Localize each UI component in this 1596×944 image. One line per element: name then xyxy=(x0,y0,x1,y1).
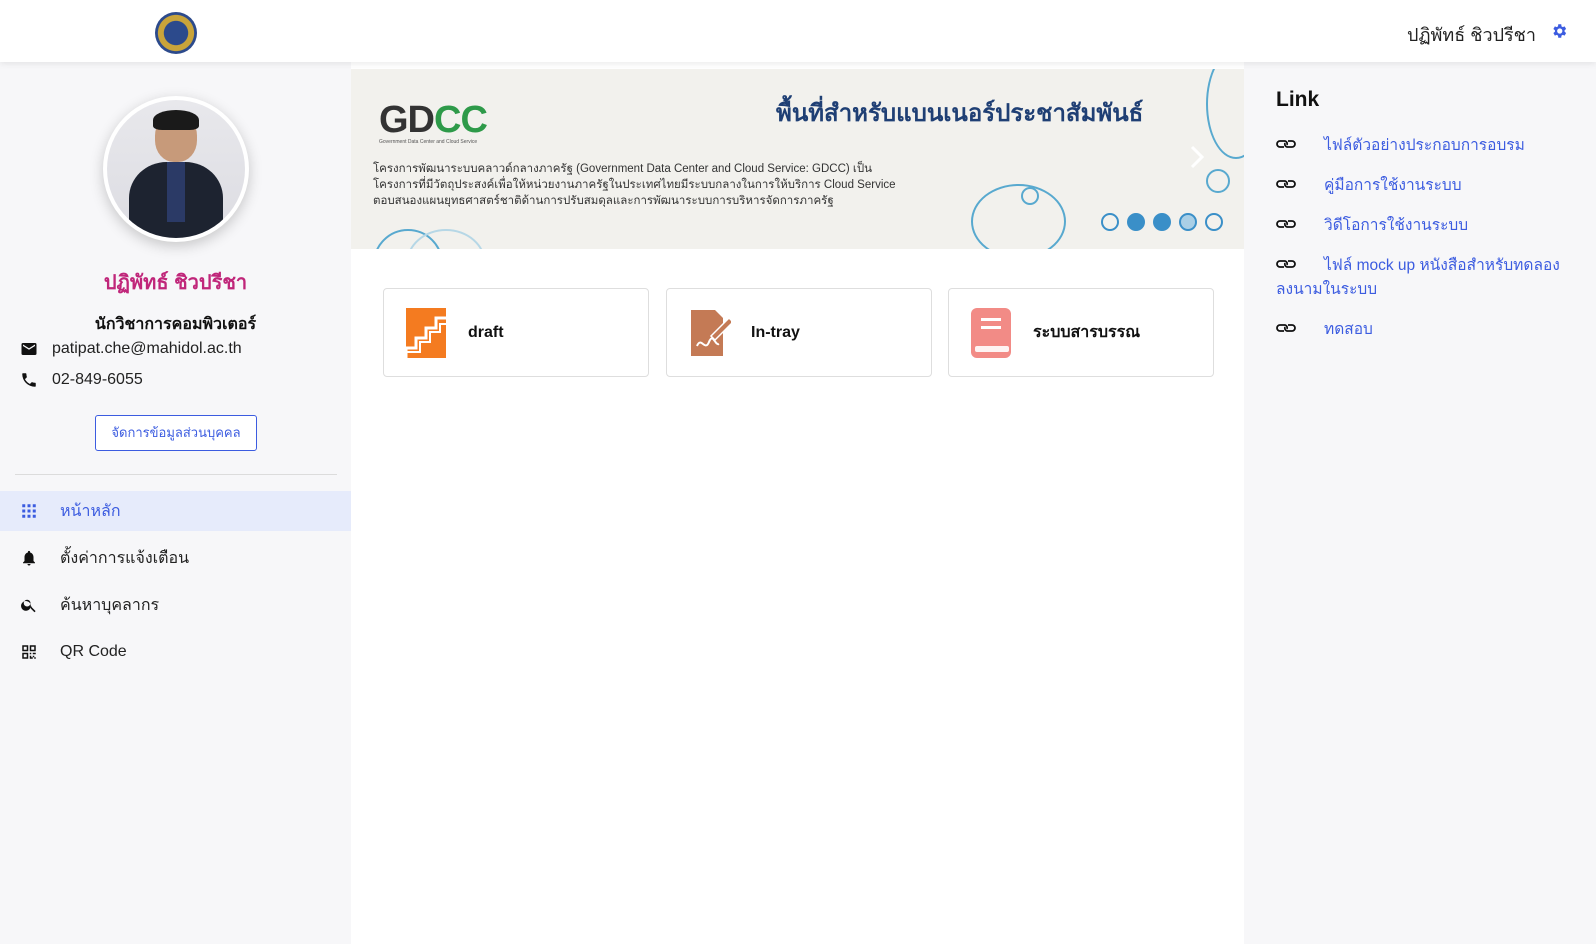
link-icon xyxy=(1276,140,1296,148)
gdcc-logo: GDCC xyxy=(379,99,488,141)
carousel-dot[interactable] xyxy=(1153,213,1171,231)
banner-line-2: โครงการที่มีวัตถุประสงค์เพื่อให้หน่วยงาน… xyxy=(373,179,896,191)
decorative-blob xyxy=(1021,187,1039,205)
link-item[interactable]: คู่มือการใช้งานระบบ xyxy=(1276,174,1576,198)
sidebar-divider xyxy=(15,474,337,475)
phone-row: 02-849-6055 xyxy=(20,371,143,389)
card-label: ระบบสารบรรณ xyxy=(1033,324,1141,341)
sidebar-item-label: ตั้งค่าการแจ้งเตือน xyxy=(60,549,190,567)
card-label: In-tray xyxy=(751,323,800,341)
book-icon xyxy=(971,307,1011,358)
link-item[interactable]: ไฟล์ mock up หนังสือสำหรับทดลองลงนามในระ… xyxy=(1276,254,1576,302)
banner-title: พื้นที่สำหรับแบนเนอร์ประชาสัมพันธ์ xyxy=(776,100,1144,127)
links-panel: Link ไฟล์ตัวอย่างประกอบการอบรม คู่มือการ… xyxy=(1244,62,1596,944)
signature-document-icon xyxy=(691,309,731,356)
banner-line-1: โครงการพัฒนาระบบคลาวด์กลางภาครัฐ (Govern… xyxy=(373,163,872,175)
promo-banner[interactable]: GDCC Government Data Center and Cloud Se… xyxy=(351,69,1244,249)
sidebar-item-label: หน้าหลัก xyxy=(60,502,121,520)
link-item[interactable]: วิดีโอการใช้งานระบบ xyxy=(1276,214,1576,238)
phone-text: 02-849-6055 xyxy=(52,371,143,388)
links-title: Link xyxy=(1276,88,1320,111)
email-text: patipat.che@mahidol.ac.th xyxy=(52,340,242,357)
sidebar-item-label: QR Code xyxy=(60,643,127,660)
decorative-blob xyxy=(1206,169,1230,193)
draft-stairs-icon xyxy=(404,307,446,358)
avatar xyxy=(103,96,249,242)
link-text[interactable]: ไฟล์ตัวอย่างประกอบการอบรม xyxy=(1324,137,1525,154)
link-item[interactable]: ไฟล์ตัวอย่างประกอบการอบรม xyxy=(1276,134,1576,158)
link-text[interactable]: ทดสอบ xyxy=(1324,321,1373,338)
saraban-card[interactable]: ระบบสารบรรณ xyxy=(948,288,1214,377)
link-text[interactable]: คู่มือการใช้งานระบบ xyxy=(1324,177,1462,194)
carousel-dot[interactable] xyxy=(1101,213,1119,231)
draft-card[interactable]: draft xyxy=(383,288,649,377)
banner-line-3: ตอบสนองแผนยุทธศาสตร์ชาติด้านการปรับสมดุล… xyxy=(373,195,834,207)
link-icon xyxy=(1276,180,1296,188)
sidebar-item-home[interactable]: หน้าหลัก xyxy=(0,491,351,531)
profile-role: นักวิชาการคอมพิวเตอร์ xyxy=(94,316,257,333)
top-bar: ปฏิพัทธ์ ชิวปรีชา xyxy=(0,0,1596,62)
manage-profile-button[interactable]: จัดการข้อมูลส่วนบุคคล xyxy=(95,415,257,451)
carousel-dot[interactable] xyxy=(1179,213,1197,231)
chevron-right-icon[interactable] xyxy=(1190,145,1204,169)
decorative-blob xyxy=(971,184,1066,249)
link-item[interactable]: ทดสอบ xyxy=(1276,318,1576,342)
bell-icon xyxy=(23,550,35,566)
gear-icon[interactable] xyxy=(1550,22,1568,40)
search-icon xyxy=(21,599,36,613)
card-label: draft xyxy=(468,323,504,341)
email-row: patipat.che@mahidol.ac.th xyxy=(20,340,242,358)
link-text[interactable]: ไฟล์ mock up หนังสือสำหรับทดลองลงนามในระ… xyxy=(1276,257,1560,298)
phone-icon xyxy=(22,373,36,387)
profile-name: ปฏิพัทธ์ ชิวปรีชา xyxy=(103,272,248,294)
sidebar-item-notification-settings[interactable]: ตั้งค่าการแจ้งเตือน xyxy=(0,538,351,578)
banner-description: โครงการพัฒนาระบบคลาวด์กลางภาครัฐ (Govern… xyxy=(373,161,896,209)
grid-icon xyxy=(22,504,36,518)
qr-code-icon xyxy=(22,645,36,659)
left-sidebar: ปฏิพัทธ์ ชิวปรีชา นักวิชาการคอมพิวเตอร์ … xyxy=(0,62,351,944)
university-seal-logo[interactable] xyxy=(155,12,197,54)
link-text[interactable]: วิดีโอการใช้งานระบบ xyxy=(1324,217,1468,234)
carousel-dot[interactable] xyxy=(1205,213,1223,231)
decorative-blob xyxy=(1206,69,1244,159)
link-icon xyxy=(1276,220,1296,228)
gdcc-logo-subtext: Government Data Center and Cloud Service xyxy=(379,139,478,145)
sidebar-item-search-personnel[interactable]: ค้นหาบุคลากร xyxy=(0,585,351,625)
carousel-dots xyxy=(1101,213,1231,231)
in-tray-card[interactable]: In-tray xyxy=(666,288,932,377)
header-user-name[interactable]: ปฏิพัทธ์ ชิวปรีชา xyxy=(1407,20,1536,49)
avatar-photo xyxy=(107,100,245,238)
carousel-dot[interactable] xyxy=(1127,213,1145,231)
mail-icon xyxy=(21,343,37,355)
sidebar-item-qr-code[interactable]: QR Code xyxy=(0,632,351,672)
link-icon xyxy=(1276,324,1296,332)
sidebar-item-label: ค้นหาบุคลากร xyxy=(60,596,160,614)
link-icon xyxy=(1276,260,1296,268)
